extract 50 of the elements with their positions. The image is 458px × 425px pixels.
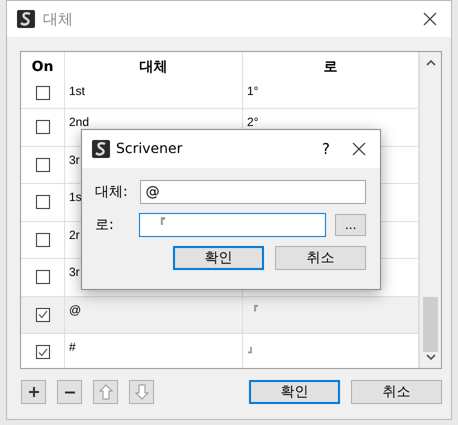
close-icon[interactable] <box>423 12 437 26</box>
table-cell: 2nd <box>69 115 90 129</box>
add-button[interactable] <box>21 380 46 404</box>
table-cell: 1s <box>69 190 82 204</box>
arrow-down-icon <box>134 384 148 400</box>
window-title: 대체 <box>43 10 74 28</box>
table-cell: # <box>69 340 76 354</box>
browse-button[interactable]: ... <box>335 214 366 236</box>
checkbox[interactable] <box>36 120 50 134</box>
app-logo-icon <box>17 10 35 28</box>
remove-button[interactable] <box>57 380 82 404</box>
table-cell: 1° <box>247 84 258 98</box>
checkbox[interactable] <box>36 270 50 284</box>
cancel-button[interactable]: 취소 <box>351 380 442 404</box>
field-label: 로: <box>95 216 115 234</box>
table-cell: 『 <box>247 304 259 318</box>
move-down-button[interactable] <box>129 380 154 404</box>
table-cell: @ <box>69 302 82 316</box>
table-cell: 1st <box>69 84 86 98</box>
checkbox[interactable] <box>36 308 50 322</box>
input-field[interactable]: 『 <box>139 213 326 237</box>
scroll-up-icon[interactable] <box>426 60 436 66</box>
close-icon[interactable] <box>352 142 366 156</box>
column-header[interactable]: 대체 <box>65 52 243 82</box>
plus-icon <box>28 387 38 397</box>
move-up-button[interactable] <box>93 380 118 404</box>
table-cell: 2r <box>69 228 80 242</box>
minus-icon <box>64 390 74 394</box>
app-logo-icon <box>92 140 110 158</box>
table-cell: 』 <box>247 341 259 355</box>
ok-button[interactable]: 확인 <box>173 246 264 270</box>
checkbox[interactable] <box>36 232 50 247</box>
ok-button[interactable]: 확인 <box>249 380 340 404</box>
table-row[interactable]: @ 『 <box>21 296 419 334</box>
arrow-up-icon <box>98 384 112 400</box>
field-label: 대체: <box>95 183 129 201</box>
checkbox[interactable] <box>36 195 50 210</box>
table-row[interactable]: 1st 1° <box>21 82 419 109</box>
checkbox[interactable] <box>36 158 50 172</box>
scrollbar[interactable] <box>419 52 441 368</box>
column-header[interactable]: On <box>21 52 65 82</box>
scrollbar-thumb[interactable] <box>423 297 438 352</box>
scroll-down-icon[interactable] <box>426 354 436 360</box>
checkbox[interactable] <box>36 345 50 360</box>
table-cell: 3r <box>69 265 80 279</box>
cancel-button[interactable]: 취소 <box>275 246 366 270</box>
table-cell: 2° <box>247 115 258 129</box>
input-field[interactable]: @ <box>140 180 366 204</box>
table-cell: 3r <box>69 152 80 166</box>
checkbox[interactable] <box>36 86 50 100</box>
